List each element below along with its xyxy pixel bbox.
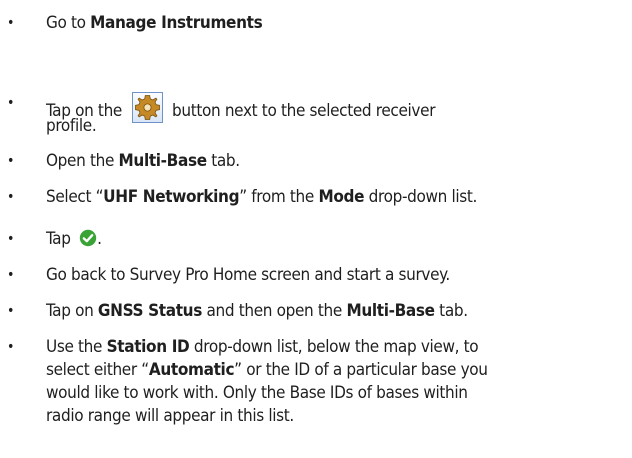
bullet: • <box>7 95 15 111</box>
bullet: • <box>7 267 15 283</box>
green-check-icon <box>79 229 97 247</box>
bullet: • <box>7 189 15 205</box>
bullet: • <box>7 303 15 319</box>
bullet: • <box>7 15 15 31</box>
bullet: • <box>7 153 15 169</box>
bullet: • <box>7 231 15 247</box>
bullet: • <box>7 339 15 355</box>
instruction-list: • Go to Manage Instruments • Tap on the … <box>7 13 488 426</box>
